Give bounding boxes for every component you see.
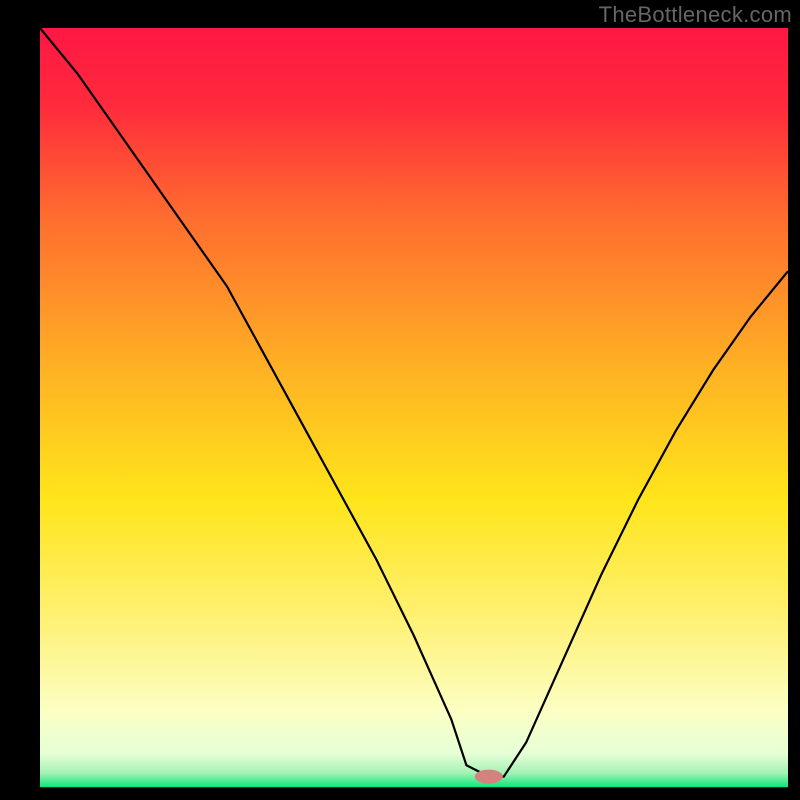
plot-background (40, 28, 788, 788)
watermark-label: TheBottleneck.com (599, 2, 792, 28)
optimal-marker (475, 770, 503, 784)
chart-container: TheBottleneck.com (0, 0, 800, 800)
bottleneck-chart (0, 0, 800, 800)
